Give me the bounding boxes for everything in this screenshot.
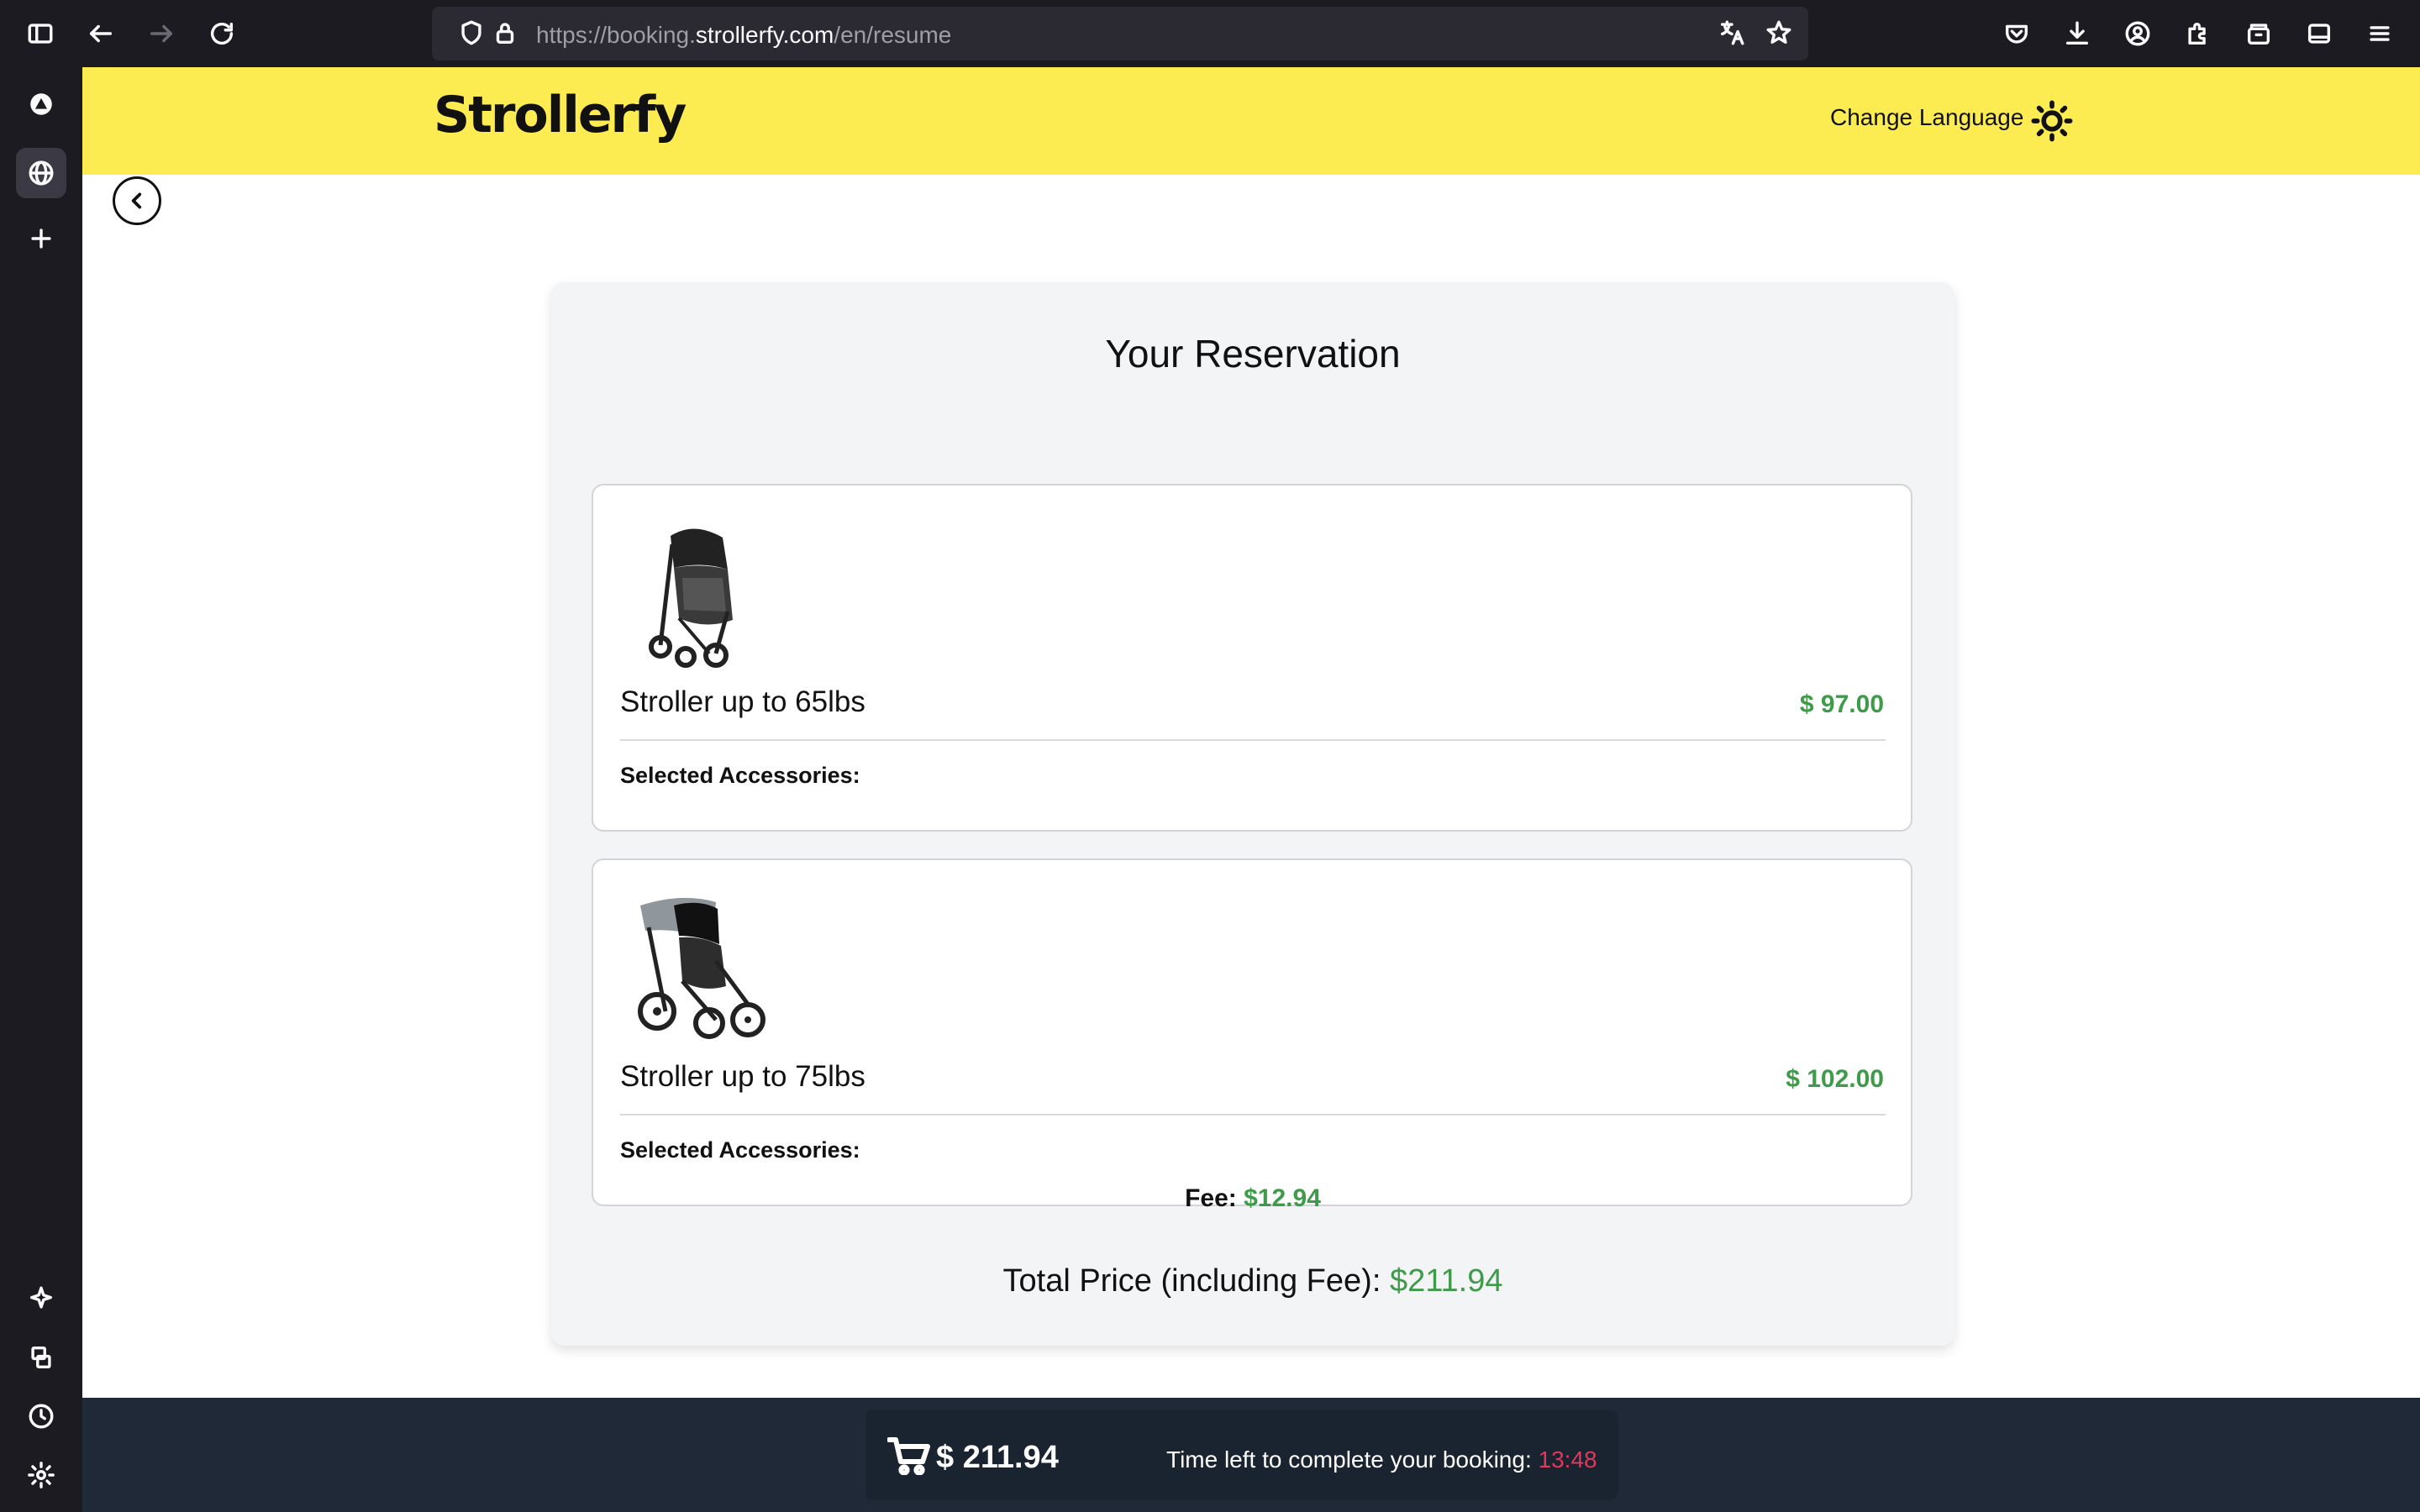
extensions-icon[interactable] [2181, 17, 2215, 50]
fee-label: Fee: [1185, 1184, 1237, 1212]
total-value: $211.94 [1389, 1263, 1503, 1299]
fee-line: Fee: $12.94 [551, 1184, 1954, 1213]
lock-icon[interactable] [491, 18, 521, 49]
translate-icon[interactable] [1718, 18, 1748, 49]
divider [620, 1114, 1886, 1116]
selected-accessories-label: Selected Accessories: [620, 1137, 860, 1163]
bookmark-star-icon[interactable] [1765, 18, 1795, 49]
booking-footer: $ 211.94 Time left to complete your book… [82, 1398, 2420, 1512]
fee-value: $12.94 [1244, 1184, 1321, 1212]
stroller-65-image [635, 519, 753, 670]
reservation-item: Stroller up to 65lbs $ 97.00 Selected Ac… [592, 484, 1912, 832]
sidebar-toggle-icon[interactable] [24, 17, 57, 50]
menu-icon[interactable] [2363, 17, 2396, 50]
back-button[interactable] [113, 176, 161, 225]
container-icon[interactable] [2242, 17, 2275, 50]
tab-view-icon[interactable] [2302, 17, 2336, 50]
sun-icon[interactable] [2030, 99, 2074, 143]
forward-arrow-icon[interactable] [145, 17, 178, 50]
address-bar[interactable]: https://booking.strollerfy.com/en/resume [432, 7, 1808, 60]
booking-timer: Time left to complete your booking: 13:4… [1166, 1446, 1597, 1473]
reservation-title: Your Reservation [1105, 332, 1401, 375]
pocket-icon[interactable] [2000, 17, 2033, 50]
globe-icon[interactable] [16, 148, 66, 198]
cart-icon[interactable] [886, 1436, 931, 1476]
change-language-button[interactable]: Change Language [1830, 104, 2023, 131]
gear-icon[interactable] [16, 1450, 66, 1500]
item-name: Stroller up to 65lbs [620, 685, 865, 718]
history-sync-icon[interactable] [16, 1332, 66, 1383]
item-price: $ 97.00 [1799, 690, 1884, 718]
web-page: Strollerfy Change Language Your Reservat… [82, 67, 2420, 1512]
chevron-left-icon [131, 192, 142, 209]
reload-icon[interactable] [205, 17, 239, 50]
add-icon[interactable] [16, 213, 66, 264]
selected-accessories-label: Selected Accessories: [620, 763, 860, 788]
total-price-line: Total Price (including Fee): $211.94 [551, 1263, 1954, 1299]
item-name: Stroller up to 75lbs [620, 1060, 865, 1093]
divider [620, 739, 1886, 741]
vercel-icon[interactable] [16, 79, 66, 129]
shield-icon[interactable] [457, 18, 487, 49]
stroller-75-image [632, 894, 766, 1045]
account-icon[interactable] [2121, 17, 2154, 50]
cart-total[interactable]: $ 211.94 [936, 1440, 1059, 1476]
timer-value: 13:48 [1538, 1446, 1597, 1473]
timer-label: Time left to complete your booking: [1166, 1446, 1532, 1473]
cart-summary[interactable]: $ 211.94 Time left to complete your book… [865, 1410, 1618, 1500]
downloads-icon[interactable] [2060, 17, 2094, 50]
browser-sidebar [0, 67, 82, 1512]
reservation-card: Your Reservation Stroller up to 65lbs $ … [551, 282, 1954, 1346]
site-header: Strollerfy Change Language [82, 67, 2420, 175]
url-text[interactable]: https://booking.strollerfy.com/en/resume [536, 22, 951, 49]
back-arrow-icon[interactable] [84, 17, 118, 50]
reservation-item: Stroller up to 75lbs $ 102.00 Selected A… [592, 858, 1912, 1206]
site-logo[interactable]: Strollerfy [434, 86, 687, 144]
browser-toolbar: https://booking.strollerfy.com/en/resume [0, 0, 2420, 67]
sparkle-icon[interactable] [16, 1273, 66, 1324]
clock-icon[interactable] [16, 1391, 66, 1441]
item-price: $ 102.00 [1786, 1065, 1884, 1093]
total-label: Total Price (including Fee): [1002, 1263, 1381, 1299]
